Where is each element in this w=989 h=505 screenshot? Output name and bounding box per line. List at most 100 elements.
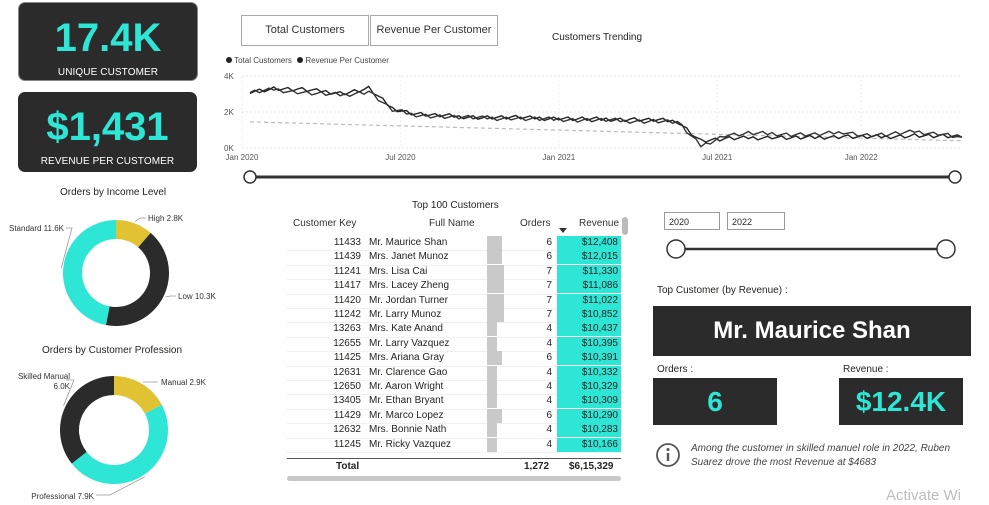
table-row[interactable]: 11429 Mr. Marco Lopez 6 $10,290 [287,408,621,425]
year-to-input[interactable]: 2022 [727,212,785,230]
table-row[interactable]: 11242 Mr. Larry Munoz 7 $10,852 [287,308,621,324]
cell-orders: 7 [546,265,552,277]
cell-full-name: Mr. Ricky Vazquez [369,438,452,450]
cell-orders: 4 [546,424,552,436]
revenue-label: Revenue : [843,364,889,375]
cell-revenue: $10,391 [557,351,621,366]
year-slider-left-handle[interactable] [666,239,686,259]
profession-chart-title: Orders by Customer Profession [42,345,183,356]
total-customers-button[interactable]: Total Customers [241,15,369,46]
year-from-input[interactable]: 2020 [664,212,720,230]
cell-customer-key: 11429 [333,409,361,421]
top-customer-label: Top Customer (by Revenue) : [657,285,788,296]
income-slice-low[interactable] [105,232,169,326]
cell-orders: 7 [546,309,552,320]
cell-revenue: $10,329 [557,380,621,394]
cell-customer-key: 11417 [333,280,361,292]
cell-full-name: Mrs. Kate Anand [369,323,443,335]
cell-full-name: Mrs. Bonnie Nath [369,424,447,436]
cell-full-name: Mr. Clarence Gao [369,366,448,378]
unique-customer-caption: UNIQUE CUSTOMER [57,67,159,78]
cell-customer-key: 11433 [333,237,361,248]
cell-orders: 4 [546,337,552,349]
header-customer-key[interactable]: Customer Key [293,218,356,229]
total-revenue: $6,15,329 [569,461,614,472]
cell-orders: 7 [546,280,552,292]
orders-label: Orders : [657,364,694,375]
profession-slice-professional[interactable] [71,404,169,485]
table-row[interactable]: 12632 Mrs. Bonnie Nath 4 $10,283 [287,423,621,439]
cell-orders: 6 [546,251,552,263]
revenue-value: $12.4K [839,378,963,425]
header-orders[interactable]: Orders [520,218,551,229]
cell-customer-key: 12632 [333,424,361,436]
cell-revenue: $11,022 [557,293,621,308]
total-label: Total [336,461,360,472]
table-row[interactable]: 11417 Mrs. Lacey Zheng 7 $11,086 [287,279,621,295]
cell-orders: 4 [546,323,552,335]
header-full-name[interactable]: Full Name [429,218,475,229]
sort-desc-icon[interactable] [559,228,567,233]
cell-full-name: Mrs. Janet Munoz [369,251,449,263]
unique-customer-card: 17.4K UNIQUE CUSTOMER [18,2,198,81]
table-row[interactable]: 12631 Mr. Clarence Gao 4 $10,332 [287,365,621,381]
cell-revenue: $10,290 [557,408,621,423]
year-slider-right-handle[interactable] [936,239,956,259]
profession-label-skilled-manual: Skilled Manual 6.0K [18,372,71,391]
orders-databar [487,423,497,438]
orders-value: 6 [653,378,777,425]
trend-x-tick: Jan 2022 [845,153,878,162]
cell-customer-key: 11242 [333,309,361,320]
table-row[interactable]: 11241 Mrs. Lisa Cai 7 $11,330 [287,264,621,281]
table-row[interactable]: 11420 Mr. Jordan Turner 7 $11,022 [287,293,621,309]
orders-databar [487,351,502,366]
table-row[interactable]: 11245 Mr. Ricky Vazquez 4 $10,166 [287,437,621,453]
cell-orders: 4 [546,366,552,378]
profession-label-professional: Professional 7.9K [31,492,94,501]
cell-revenue: $10,437 [557,322,621,337]
orders-databar [487,336,497,351]
table-row[interactable]: 13405 Mr. Ethan Bryant 4 $10,309 [287,394,621,410]
cell-orders: 6 [546,352,552,364]
income-slice-standard[interactable] [62,220,116,326]
cell-revenue: $12,408 [557,236,621,250]
year-range-slider[interactable] [663,238,959,260]
trend-slider-left-handle[interactable] [243,170,257,184]
cell-orders: 4 [546,395,552,407]
orders-databar [487,437,497,452]
revenue-per-customer-value: $1,431 [46,105,169,149]
insight-text: Among the customer in skilled manuel rol… [691,443,951,468]
cell-customer-key: 11439 [333,251,361,263]
cell-customer-key: 11241 [333,265,361,277]
cell-revenue: $10,283 [557,423,621,438]
trend-y-tick: 4K [224,72,234,81]
income-label-low: Low 10.3K [178,292,216,301]
table-scrollbar[interactable] [622,217,628,235]
table-horizontal-scrollbar[interactable] [287,476,621,481]
cell-orders: 7 [546,294,552,306]
cell-full-name: Mr. Marco Lopez [369,409,444,421]
cell-full-name: Mr. Jordan Turner [369,294,448,306]
info-icon [656,443,680,467]
trend-range-slider[interactable] [242,168,964,186]
table-row[interactable]: 11433 Mr. Maurice Shan 6 $12,408 [287,236,621,252]
income-leader-line [134,217,146,222]
cell-customer-key: 11245 [333,438,361,450]
profession-donut: Manual 2.9K Professional 7.9K Skilled Manu… [18,372,207,501]
table-row[interactable]: 11439 Mrs. Janet Munoz 6 $12,015 [287,250,621,266]
cell-customer-key: 12631 [333,366,361,378]
cell-full-name: Mr. Larry Vazquez [369,337,450,349]
trend-slider-right-handle[interactable] [948,170,962,184]
trend-x-tick: Jan 2020 [226,153,259,162]
table-row[interactable]: 11425 Mrs. Ariana Gray 6 $10,391 [287,351,621,367]
table-row[interactable]: 12655 Mr. Larry Vazquez 4 $10,395 [287,336,621,353]
income-leader-line [165,295,176,298]
legend-total-customers: Total Customers [234,56,292,65]
top-customer-name: Mr. Maurice Shan [653,306,971,356]
table-row[interactable]: 13263 Mrs. Kate Anand 4 $10,437 [287,322,621,338]
header-revenue[interactable]: Revenue [579,218,619,229]
table-row[interactable]: 12650 Mr. Aaron Wright 4 $10,329 [287,380,621,396]
profession-label-manual: Manual 2.9K [161,378,207,387]
cell-full-name: Mr. Ethan Bryant [369,395,444,407]
revenue-per-customer-button[interactable]: Revenue Per Customer [370,15,498,46]
